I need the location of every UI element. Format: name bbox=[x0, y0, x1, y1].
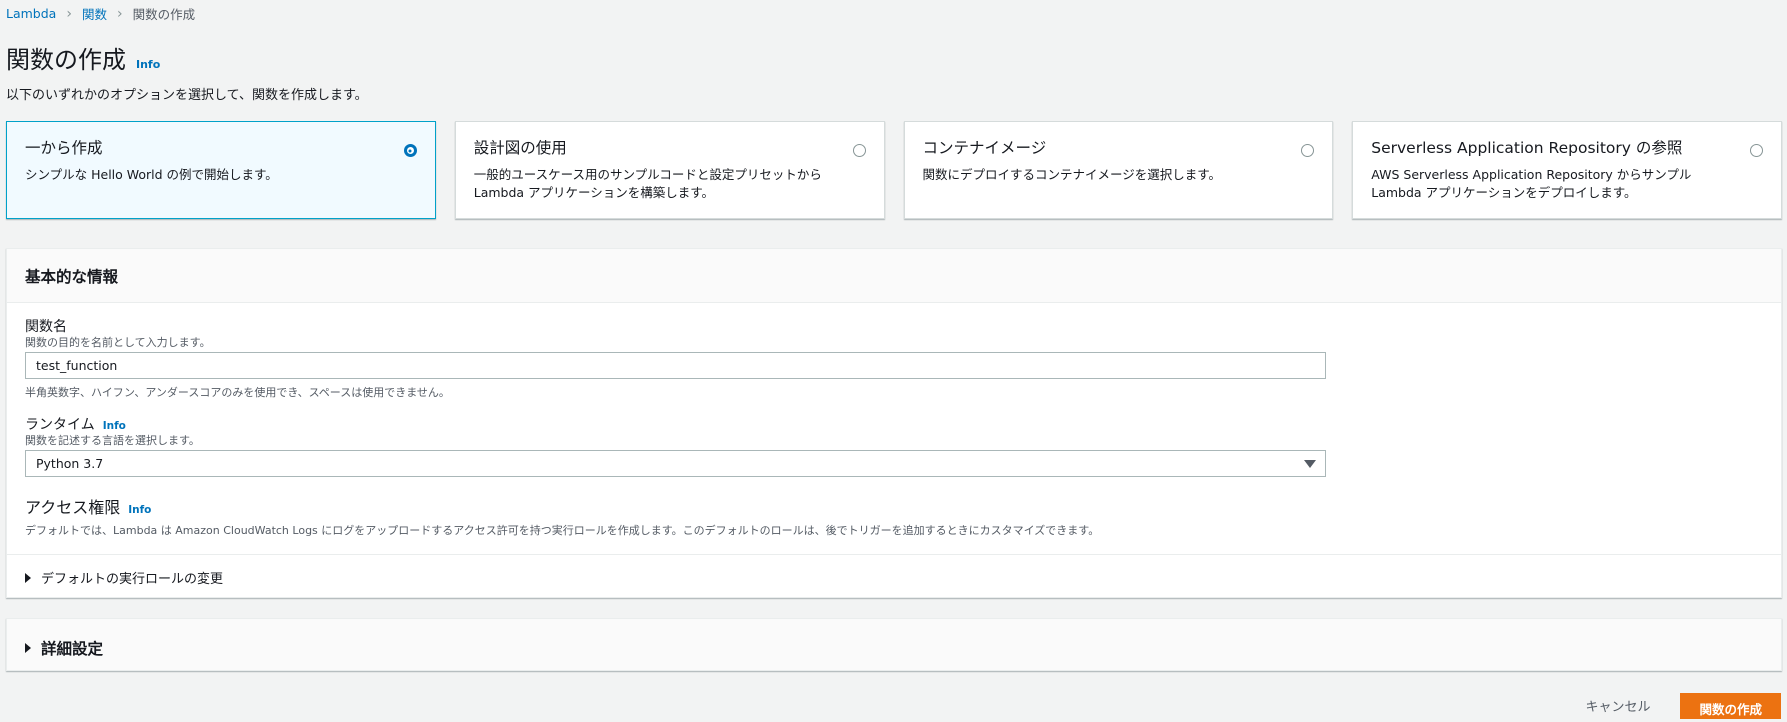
option-container-image[interactable]: コンテナイメージ 関数にデプロイするコンテナイメージを選択します。 bbox=[903, 121, 1334, 219]
cancel-button[interactable]: キャンセル bbox=[1565, 690, 1670, 721]
runtime-info-link[interactable]: Info bbox=[103, 420, 126, 432]
function-name-input[interactable] bbox=[25, 352, 1326, 379]
change-default-role-expander[interactable]: デフォルトの実行ロールの変更 bbox=[25, 568, 223, 587]
page-info-link[interactable]: Info bbox=[136, 58, 160, 71]
breadcrumb-lambda[interactable]: Lambda bbox=[6, 6, 56, 21]
create-function-button[interactable]: 関数の作成 bbox=[1680, 692, 1781, 719]
option-title: 設計図の使用 bbox=[473, 139, 567, 157]
radio-unchecked-icon[interactable] bbox=[1750, 144, 1763, 157]
advanced-settings-expander[interactable]: 詳細設定 bbox=[25, 637, 103, 659]
page-title: 関数の作成 Info bbox=[6, 40, 160, 75]
option-serverless-repo[interactable]: Serverless Application Repository の参照 AW… bbox=[1352, 121, 1782, 219]
chevron-right-icon: › bbox=[116, 5, 123, 22]
radio-checked-icon[interactable] bbox=[403, 144, 417, 157]
option-use-blueprint[interactable]: 設計図の使用 一般的ユースケース用のサンプルコードと設定プリセットから Lamb… bbox=[454, 121, 885, 219]
option-title: Serverless Application Repository の参照 bbox=[1371, 139, 1683, 157]
basic-info-panel: 基本的な情報 関数名 関数の目的を名前として入力します。 半角英数字、ハイフン、… bbox=[6, 248, 1782, 598]
creation-options: 一から作成 シンプルな Hello World の例で開始します。 設計図の使用… bbox=[6, 121, 1782, 219]
caret-down-icon bbox=[1304, 460, 1316, 468]
breadcrumb: Lambda › 関数 › 関数の作成 bbox=[6, 4, 195, 23]
breadcrumb-current: 関数の作成 bbox=[132, 7, 196, 22]
advanced-settings-label: 詳細設定 bbox=[41, 640, 104, 658]
function-name-label: 関数名 bbox=[25, 316, 67, 336]
runtime-label-text: ランタイム bbox=[25, 417, 95, 433]
option-description: シンプルな Hello World の例で開始します。 bbox=[25, 167, 278, 182]
chevron-right-icon: › bbox=[66, 5, 72, 22]
option-description: AWS Serverless Application Repository から… bbox=[1371, 167, 1692, 200]
option-description: 関数にデプロイするコンテナイメージを選択します。 bbox=[922, 167, 1222, 182]
advanced-settings-panel[interactable]: 詳細設定 bbox=[6, 618, 1782, 671]
divider bbox=[7, 554, 1781, 555]
caret-right-icon bbox=[25, 572, 31, 583]
change-default-role-label: デフォルトの実行ロールの変更 bbox=[41, 572, 224, 587]
runtime-select[interactable]: Python 3.7 bbox=[25, 450, 1326, 477]
form-actions: キャンセル 関数の作成 bbox=[1565, 690, 1781, 721]
runtime-label: ランタイム Info bbox=[25, 414, 126, 434]
runtime-select-value: Python 3.7 bbox=[36, 456, 104, 471]
function-name-hint: 半角英数字、ハイフン、アンダースコアのみを使用でき、スペースは使用できません。 bbox=[25, 386, 450, 399]
permissions-info-link[interactable]: Info bbox=[128, 504, 151, 516]
page-title-text: 関数の作成 bbox=[6, 46, 126, 74]
option-title: 一から作成 bbox=[25, 139, 103, 157]
option-title: コンテナイメージ bbox=[922, 139, 1047, 157]
breadcrumb-functions[interactable]: 関数 bbox=[82, 4, 107, 23]
option-author-from-scratch[interactable]: 一から作成 シンプルな Hello World の例で開始します。 bbox=[6, 121, 436, 219]
function-name-description: 関数の目的を名前として入力します。 bbox=[25, 336, 211, 349]
radio-unchecked-icon[interactable] bbox=[852, 144, 866, 157]
basic-info-header: 基本的な情報 bbox=[7, 249, 1781, 303]
caret-right-icon bbox=[25, 643, 31, 653]
page-description: 以下のいずれかのオプションを選択して、関数を作成します。 bbox=[6, 88, 368, 103]
permissions-label-text: アクセス権限 bbox=[25, 498, 121, 517]
runtime-description: 関数を記述する言語を選択します。 bbox=[25, 434, 200, 447]
function-name-label-text: 関数名 bbox=[25, 319, 67, 335]
permissions-label: アクセス権限 Info bbox=[25, 494, 151, 518]
permissions-description: デフォルトでは、Lambda は Amazon CloudWatch Logs … bbox=[25, 524, 1100, 537]
option-description: 一般的ユースケース用のサンプルコードと設定プリセットから Lambda アプリケ… bbox=[473, 167, 822, 200]
